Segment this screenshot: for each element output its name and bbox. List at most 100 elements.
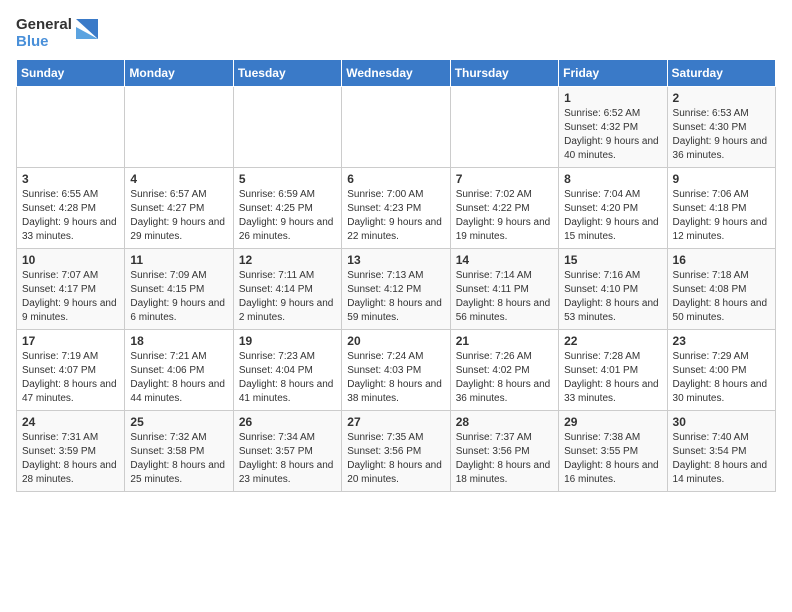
day-number: 16	[673, 253, 770, 267]
day-cell: 11 Sunrise: 7:09 AM Sunset: 4:15 PM Dayli…	[125, 248, 233, 329]
day-cell: 26 Sunrise: 7:34 AM Sunset: 3:57 PM Dayli…	[233, 410, 341, 491]
day-cell: 28 Sunrise: 7:37 AM Sunset: 3:56 PM Dayli…	[450, 410, 558, 491]
day-number: 10	[22, 253, 119, 267]
day-cell: 5 Sunrise: 6:59 AM Sunset: 4:25 PM Daylig…	[233, 167, 341, 248]
day-number: 15	[564, 253, 661, 267]
day-info: Sunrise: 7:06 AM Sunset: 4:18 PM Dayligh…	[673, 188, 770, 244]
day-number: 26	[239, 415, 336, 429]
day-cell: 12Sunrise: 7:11 AM Sunset: 4:14 PM Dayli…	[233, 248, 341, 329]
day-number: 21	[456, 334, 553, 348]
day-cell: 25 Sunrise: 7:32 AM Sunset: 3:58 PM Dayli…	[125, 410, 233, 491]
day-info: Sunrise: 7:31 AM Sunset: 3:59 PM Dayligh…	[22, 431, 119, 487]
day-number: 2	[673, 91, 770, 105]
day-info: Sunrise: 7:11 AM Sunset: 4:14 PM Dayligh…	[239, 269, 336, 325]
day-info: Sunrise: 7:32 AM Sunset: 3:58 PM Dayligh…	[130, 431, 227, 487]
day-info: Sunrise: 7:18 AM Sunset: 4:08 PM Dayligh…	[673, 269, 770, 325]
day-number: 13	[347, 253, 444, 267]
day-number: 8	[564, 172, 661, 186]
day-info: Sunrise: 7:34 AM Sunset: 3:57 PM Dayligh…	[239, 431, 336, 487]
day-number: 9	[673, 172, 770, 186]
day-info: Sunrise: 6:59 AM Sunset: 4:25 PM Dayligh…	[239, 188, 336, 244]
logo-general: General	[16, 16, 72, 33]
day-info: Sunrise: 7:28 AM Sunset: 4:01 PM Dayligh…	[564, 350, 661, 406]
day-cell: 13 Sunrise: 7:13 AM Sunset: 4:12 PM Dayli…	[342, 248, 450, 329]
day-cell: 29Sunrise: 7:38 AM Sunset: 3:55 PM Dayli…	[559, 410, 667, 491]
day-number: 1	[564, 91, 661, 105]
day-cell: 4Sunrise: 6:57 AM Sunset: 4:27 PM Daylig…	[125, 167, 233, 248]
week-row-4: 17 Sunrise: 7:19 AM Sunset: 4:07 PM Dayli…	[17, 329, 776, 410]
day-cell: 22 Sunrise: 7:28 AM Sunset: 4:01 PM Dayli…	[559, 329, 667, 410]
day-info: Sunrise: 7:35 AM Sunset: 3:56 PM Dayligh…	[347, 431, 444, 487]
day-number: 25	[130, 415, 227, 429]
header-cell-thursday: Thursday	[450, 59, 558, 86]
day-cell	[233, 86, 341, 167]
day-cell: 6 Sunrise: 7:00 AM Sunset: 4:23 PM Daylig…	[342, 167, 450, 248]
day-info: Sunrise: 7:37 AM Sunset: 3:56 PM Dayligh…	[456, 431, 553, 487]
day-info: Sunrise: 7:19 AM Sunset: 4:07 PM Dayligh…	[22, 350, 119, 406]
day-number: 18	[130, 334, 227, 348]
day-number: 3	[22, 172, 119, 186]
day-number: 5	[239, 172, 336, 186]
week-row-3: 10 Sunrise: 7:07 AM Sunset: 4:17 PM Dayli…	[17, 248, 776, 329]
day-info: Sunrise: 7:13 AM Sunset: 4:12 PM Dayligh…	[347, 269, 444, 325]
day-info: Sunrise: 7:07 AM Sunset: 4:17 PM Dayligh…	[22, 269, 119, 325]
day-cell: 3Sunrise: 6:55 AM Sunset: 4:28 PM Daylig…	[17, 167, 125, 248]
header-cell-saturday: Saturday	[667, 59, 775, 86]
day-number: 23	[673, 334, 770, 348]
day-cell	[125, 86, 233, 167]
day-number: 6	[347, 172, 444, 186]
day-number: 7	[456, 172, 553, 186]
logo-blue: Blue	[16, 33, 49, 50]
logo-triangle-icon	[76, 19, 98, 47]
header-cell-friday: Friday	[559, 59, 667, 86]
day-info: Sunrise: 7:14 AM Sunset: 4:11 PM Dayligh…	[456, 269, 553, 325]
header-cell-sunday: Sunday	[17, 59, 125, 86]
day-number: 27	[347, 415, 444, 429]
day-info: Sunrise: 7:02 AM Sunset: 4:22 PM Dayligh…	[456, 188, 553, 244]
day-number: 19	[239, 334, 336, 348]
day-info: Sunrise: 7:29 AM Sunset: 4:00 PM Dayligh…	[673, 350, 770, 406]
week-row-2: 3Sunrise: 6:55 AM Sunset: 4:28 PM Daylig…	[17, 167, 776, 248]
day-cell: 27 Sunrise: 7:35 AM Sunset: 3:56 PM Dayli…	[342, 410, 450, 491]
calendar-header: SundayMondayTuesdayWednesdayThursdayFrid…	[17, 59, 776, 86]
day-info: Sunrise: 6:53 AM Sunset: 4:30 PM Dayligh…	[673, 107, 770, 163]
day-info: Sunrise: 6:52 AM Sunset: 4:32 PM Dayligh…	[564, 107, 661, 163]
day-number: 14	[456, 253, 553, 267]
calendar-table: SundayMondayTuesdayWednesdayThursdayFrid…	[16, 59, 776, 492]
day-cell: 7 Sunrise: 7:02 AM Sunset: 4:22 PM Daylig…	[450, 167, 558, 248]
header-cell-tuesday: Tuesday	[233, 59, 341, 86]
day-cell	[17, 86, 125, 167]
day-number: 24	[22, 415, 119, 429]
day-cell: 10 Sunrise: 7:07 AM Sunset: 4:17 PM Dayli…	[17, 248, 125, 329]
logo-text: General Blue	[16, 16, 72, 51]
day-cell: 18 Sunrise: 7:21 AM Sunset: 4:06 PM Dayli…	[125, 329, 233, 410]
day-number: 28	[456, 415, 553, 429]
day-cell: 9 Sunrise: 7:06 AM Sunset: 4:18 PM Daylig…	[667, 167, 775, 248]
day-info: Sunrise: 7:00 AM Sunset: 4:23 PM Dayligh…	[347, 188, 444, 244]
day-cell: 20Sunrise: 7:24 AM Sunset: 4:03 PM Dayli…	[342, 329, 450, 410]
day-number: 17	[22, 334, 119, 348]
day-info: Sunrise: 6:57 AM Sunset: 4:27 PM Dayligh…	[130, 188, 227, 244]
day-cell: 30Sunrise: 7:40 AM Sunset: 3:54 PM Dayli…	[667, 410, 775, 491]
day-cell: 14 Sunrise: 7:14 AM Sunset: 4:11 PM Dayli…	[450, 248, 558, 329]
day-number: 30	[673, 415, 770, 429]
day-info: Sunrise: 7:23 AM Sunset: 4:04 PM Dayligh…	[239, 350, 336, 406]
week-row-1: 1 Sunrise: 6:52 AM Sunset: 4:32 PM Daylig…	[17, 86, 776, 167]
day-cell: 15Sunrise: 7:16 AM Sunset: 4:10 PM Dayli…	[559, 248, 667, 329]
day-cell: 23 Sunrise: 7:29 AM Sunset: 4:00 PM Dayli…	[667, 329, 775, 410]
calendar-body: 1 Sunrise: 6:52 AM Sunset: 4:32 PM Daylig…	[17, 86, 776, 491]
day-info: Sunrise: 7:21 AM Sunset: 4:06 PM Dayligh…	[130, 350, 227, 406]
day-number: 11	[130, 253, 227, 267]
day-number: 22	[564, 334, 661, 348]
day-cell	[342, 86, 450, 167]
day-cell: 24 Sunrise: 7:31 AM Sunset: 3:59 PM Dayli…	[17, 410, 125, 491]
header-row: SundayMondayTuesdayWednesdayThursdayFrid…	[17, 59, 776, 86]
day-number: 29	[564, 415, 661, 429]
day-cell: 2 Sunrise: 6:53 AM Sunset: 4:30 PM Daylig…	[667, 86, 775, 167]
day-cell: 17 Sunrise: 7:19 AM Sunset: 4:07 PM Dayli…	[17, 329, 125, 410]
day-info: Sunrise: 7:24 AM Sunset: 4:03 PM Dayligh…	[347, 350, 444, 406]
day-cell: 8Sunrise: 7:04 AM Sunset: 4:20 PM Daylig…	[559, 167, 667, 248]
day-cell: 19 Sunrise: 7:23 AM Sunset: 4:04 PM Dayli…	[233, 329, 341, 410]
week-row-5: 24 Sunrise: 7:31 AM Sunset: 3:59 PM Dayli…	[17, 410, 776, 491]
day-info: Sunrise: 7:09 AM Sunset: 4:15 PM Dayligh…	[130, 269, 227, 325]
